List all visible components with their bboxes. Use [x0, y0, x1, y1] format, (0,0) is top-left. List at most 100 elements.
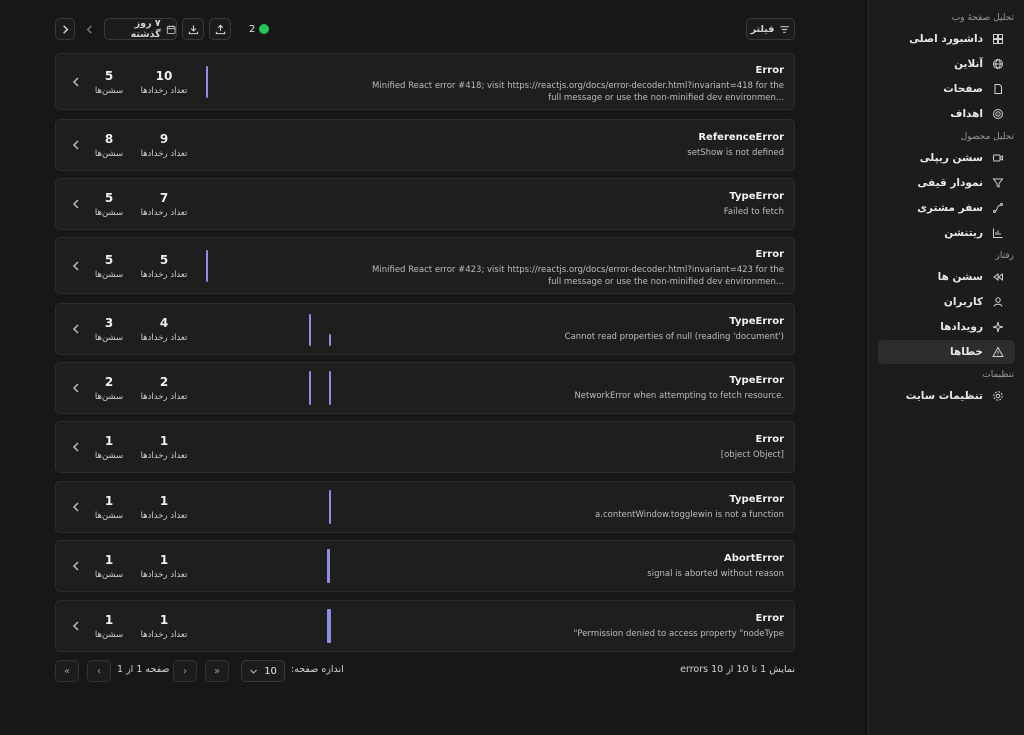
globe-icon [991, 57, 1005, 71]
video-icon [991, 151, 1005, 165]
error-name: ReferenceError [698, 132, 784, 143]
online-dot-icon [259, 24, 270, 34]
sessions-label: سشن‌ها [94, 511, 124, 521]
error-name: TypeError [729, 375, 784, 386]
sidebar-item-label: سشن ها [937, 271, 983, 283]
error-info: Error Minified React error #423; visit h… [364, 249, 784, 288]
error-row[interactable]: 5 سشن‌ها 5 تعداد رخدادها Error Minified … [55, 237, 795, 294]
sidebar-item[interactable]: صفحات [878, 77, 1015, 101]
chevron-down-icon [250, 669, 257, 674]
sessions-label: سشن‌ها [94, 333, 124, 343]
sidebar-item-label: تنظیمات سایت [905, 390, 983, 402]
upload-icon [215, 24, 225, 34]
sparkline-bar [206, 250, 208, 282]
sessions-label: سشن‌ها [94, 270, 124, 280]
sidebar-section-title: تحلیل صفحهٔ وب [951, 13, 1014, 23]
journey-icon [991, 201, 1005, 215]
calendar-icon [166, 24, 176, 34]
events-count: 7 [159, 191, 169, 205]
error-name: Error [755, 249, 785, 260]
error-row[interactable]: 8 سشن‌ها 9 تعداد رخدادها ReferenceError … [55, 119, 795, 171]
error-row[interactable]: 1 سشن‌ها 1 تعداد رخدادها AbortError sign… [55, 540, 795, 592]
results-summary: نمایش 1 تا 10 از 10 errors [680, 664, 795, 675]
error-name: Error [755, 613, 785, 624]
error-row[interactable]: 1 سشن‌ها 1 تعداد رخدادها Error [object O… [55, 421, 795, 473]
sessions-count: 3 [104, 316, 114, 330]
sidebar-item[interactable]: رویدادها [878, 315, 1015, 339]
error-info: ReferenceError setShow is not defined [364, 132, 784, 159]
chevron-left-icon [86, 24, 92, 34]
sidebar-item-label: ریتنشن [944, 227, 983, 239]
sessions-count: 1 [104, 553, 114, 567]
events-stat: 1 تعداد رخدادها [134, 613, 194, 640]
sidebar-section-title: تنظیمات [982, 370, 1014, 380]
sessions-stat: 8 سشن‌ها [79, 132, 139, 159]
sessions-stat: 5 سشن‌ها [79, 69, 139, 96]
error-row[interactable]: 5 سشن‌ها 10 تعداد رخدادها Error Minified… [55, 53, 795, 110]
sessions-stat: 1 سشن‌ها [79, 553, 139, 580]
sessions-label: سشن‌ها [94, 208, 124, 218]
error-row[interactable]: 3 سشن‌ها 4 تعداد رخدادها TypeError Canno… [55, 303, 795, 355]
error-info: Error [object Object] [364, 434, 784, 461]
events-count: 2 [159, 375, 169, 389]
nav-next-button[interactable] [55, 18, 75, 40]
toolbar: ۷ روز گذشته 2 فیلتر [55, 18, 795, 40]
events-label: تعداد رخدادها [140, 86, 188, 96]
sidebar-item[interactable]: خطاها [878, 340, 1015, 364]
error-info: Error Minified React error #418; visit h… [364, 65, 784, 104]
sidebar-item-label: خطاها [950, 346, 983, 358]
error-row[interactable]: 1 سشن‌ها 1 تعداد رخدادها Error "Permissi… [55, 600, 795, 652]
sidebar-item[interactable]: سفر مشتری [878, 196, 1015, 220]
funnel-icon [991, 176, 1005, 190]
sidebar-item[interactable]: ریتنشن [878, 221, 1015, 245]
next-page-button[interactable]: ‹ [87, 660, 111, 682]
retention-icon [991, 226, 1005, 240]
events-stat: 4 تعداد رخدادها [134, 316, 194, 343]
events-stat: 1 تعداد رخدادها [134, 494, 194, 521]
sessions-label: سشن‌ها [94, 86, 124, 96]
sessions-count: 5 [104, 253, 114, 267]
sessions-count: 8 [104, 132, 114, 146]
sidebar-item-label: سفر مشتری [917, 202, 983, 214]
rewind-icon [991, 270, 1005, 284]
online-count: 2 [249, 23, 256, 35]
sessions-count: 2 [104, 375, 114, 389]
date-range-button[interactable]: ۷ روز گذشته [104, 18, 177, 40]
last-page-button[interactable]: « [55, 660, 79, 682]
first-page-button[interactable]: » [205, 660, 229, 682]
page-size-select[interactable]: 10 [241, 660, 285, 682]
error-message: [object Object] [720, 450, 784, 460]
sidebar-item[interactable]: داشبورد اصلی [878, 27, 1015, 51]
events-count: 1 [159, 494, 169, 508]
sparkline-bar [309, 371, 311, 405]
main-content: ۷ روز گذشته 2 فیلتر 5 سشن‌ها 10 تعداد رخ… [0, 0, 868, 735]
sidebar-item[interactable]: کاربران [878, 290, 1015, 314]
pagination: « ‹ صفحه 1 از 1 › » 10 اندازه صفحه: نمای… [55, 660, 795, 682]
error-row[interactable]: 1 سشن‌ها 1 تعداد رخدادها TypeError a.con… [55, 481, 795, 533]
error-message: NetworkError when attempting to fetch re… [574, 391, 784, 401]
nav-prev-button[interactable] [79, 18, 99, 40]
sparkline-bar [329, 490, 331, 524]
share-button[interactable] [209, 18, 231, 40]
sidebar-item[interactable]: سشن ها [878, 265, 1015, 289]
sparkline-bar [329, 334, 331, 346]
sessions-label: سشن‌ها [94, 392, 124, 402]
sidebar-item[interactable]: نمودار قیفی [878, 171, 1015, 195]
sidebar-item[interactable]: تنظیمات سایت [878, 384, 1015, 408]
error-message: Minified React error #423; visit https:/… [372, 265, 784, 287]
sidebar-item[interactable]: آنلاین [878, 52, 1015, 76]
download-button[interactable] [182, 18, 204, 40]
error-message: a.contentWindow.togglewin is not a funct… [595, 510, 784, 520]
events-count: 5 [159, 253, 169, 267]
sessions-stat: 2 سشن‌ها [79, 375, 139, 402]
prev-page-button[interactable]: › [173, 660, 197, 682]
error-message: setShow is not defined [687, 148, 784, 158]
error-row[interactable]: 2 سشن‌ها 2 تعداد رخدادها TypeError Netwo… [55, 362, 795, 414]
sidebar-item[interactable]: سشن ریپلی [878, 146, 1015, 170]
sidebar-item-label: نمودار قیفی [917, 177, 983, 189]
filter-button[interactable]: فیلتر [746, 18, 795, 40]
sessions-label: سشن‌ها [94, 630, 124, 640]
error-info: Error "Permission denied to access prope… [364, 613, 784, 640]
sidebar-item[interactable]: اهداف [878, 102, 1015, 126]
error-row[interactable]: 5 سشن‌ها 7 تعداد رخدادها TypeError Faile… [55, 178, 795, 230]
